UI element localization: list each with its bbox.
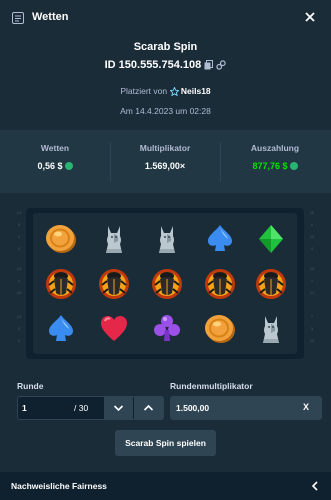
scarab-symbol-icon [88,261,140,307]
spade-blue-symbol-icon [194,216,246,262]
multiplier-label: Multiplikator [139,143,191,153]
vip-star-icon [168,86,180,97]
payline-number: 11 [16,212,22,216]
username-link[interactable]: Neils18 [181,86,211,96]
payline-number: 1 [17,280,21,284]
payline-number: 3 [310,328,314,332]
currency-coin-icon [289,162,298,170]
payline-number: 7 [310,316,314,320]
placed-by: Platziert von Neils18 [0,86,331,97]
slot-board [26,208,304,359]
scarab-symbol-icon [141,261,193,307]
spade-blue-symbol-icon [35,306,87,352]
scarab-symbol-icon [194,261,246,307]
bet-date: Am 14.4.2023 um 02:28 [120,106,211,116]
link-icon[interactable] [216,60,227,70]
chevron-down-icon [113,405,124,412]
payline-number: 4 [17,236,21,240]
scarab-symbol-icon [35,261,87,307]
currency-coin-icon [64,162,73,170]
round-down-button[interactable] [104,397,133,419]
payline-number: 2 [17,248,21,252]
round-up-button[interactable] [134,397,163,419]
round-total: / 30 [74,403,89,413]
multiplier-value: 1.569,00× [144,161,186,171]
payline-number: 12 [16,316,22,320]
bet-amount-value-row: 0,56 $ [0,161,110,171]
modal-title: Wetten [32,11,69,23]
club-purple-symbol-icon [141,306,193,352]
placed-prefix: Platziert von [120,86,168,96]
cat-symbol-icon [141,216,193,262]
payline-number: 1 [310,280,314,284]
scarab-symbol-icon [245,261,297,307]
copy-icon[interactable] [204,60,214,70]
reel-grid [33,213,297,354]
play-game-button[interactable]: Scarab Spin spielen [115,430,216,456]
bet-amount-label: Wetten [40,143,70,153]
bet-slip-icon [12,12,24,24]
chevron-up-icon [143,404,154,411]
round-label: Runde [17,381,44,391]
fairness-label: Nachweisliche Fairness [11,481,107,491]
bet-id: ID 150.555.754.108 [104,59,202,72]
bet-id-row: ID 150.555.754.108 [0,59,331,71]
payline-numbers-left: 11 9 4 2 13 1 16 12 3 5 [14,212,24,358]
bet-amount-value: 0,56 $ [37,161,63,171]
round-multiplier-field: 1.500,00 X [170,396,322,420]
payout-value: 877,76 $ [252,161,288,171]
payline-number: 9 [17,224,21,228]
fairness-footer[interactable]: Nachweisliche Fairness [0,472,331,500]
bet-amount-stat: Wetten 0,56 $ [0,130,110,193]
payline-number: 9 [310,224,314,228]
modal-header: Wetten [0,0,331,36]
chevron-left-icon [311,481,318,491]
payout-label: Auszahlung [250,143,300,153]
round-multiplier-clear[interactable]: X [303,402,309,412]
payline-number: 10 [309,268,315,272]
bet-stats-panel: Wetten 0,56 $ Multiplikator 1.569,00× Au… [0,130,331,193]
coin-symbol-icon [35,216,87,262]
round-multiplier-label: Rundenmultiplikator [170,381,253,391]
payline-number: 5 [17,340,21,344]
diamond-green-symbol-icon [245,216,297,262]
round-stepper: 1 / 30 [17,396,164,420]
payline-number: 4 [310,248,314,252]
payline-number: 14 [309,236,315,240]
close-icon[interactable] [303,10,317,24]
payout-stat: Auszahlung 877,76 $ [220,130,330,193]
payline-numbers-right: 15 9 14 4 10 1 11 7 3 12 [307,212,317,358]
payline-number: 11 [309,292,315,296]
payline-number: 12 [309,340,315,344]
payline-number: 15 [309,212,315,216]
heart-red-symbol-icon [88,306,140,352]
round-multiplier-value: 1.500,00 [176,403,210,413]
cat-symbol-icon [245,306,297,352]
coin-symbol-icon [194,306,246,352]
multiplier-stat: Multiplikator 1.569,00× [110,130,220,193]
payout-value-row: 877,76 $ [220,161,330,171]
payline-number: 13 [16,268,22,272]
payline-number: 16 [16,292,22,296]
round-input[interactable]: 1 [22,403,27,413]
payline-number: 3 [17,328,21,332]
game-name: Scarab Spin [133,41,198,53]
cat-symbol-icon [88,216,140,262]
